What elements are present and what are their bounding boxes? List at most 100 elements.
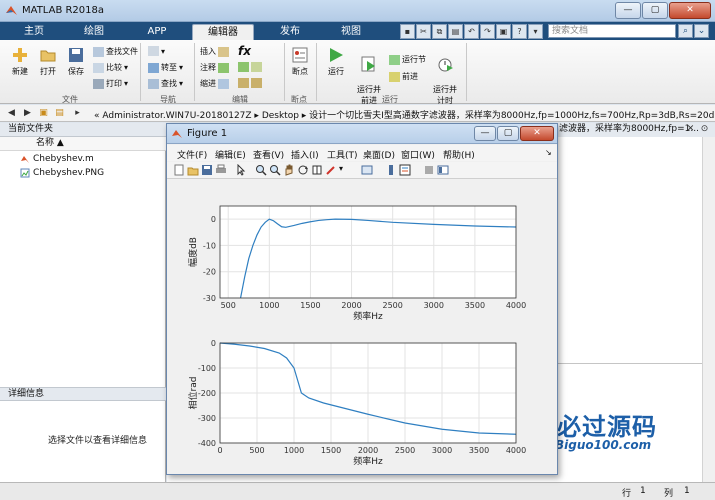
back-forward-button[interactable]: ▾ xyxy=(148,46,165,56)
figure-close-button[interactable]: ✕ xyxy=(520,126,554,141)
indent-button[interactable]: 缩进 xyxy=(200,78,229,89)
link-plot-icon[interactable] xyxy=(361,164,373,176)
show-plot-tools-icon[interactable] xyxy=(437,164,449,176)
data-cursor-icon[interactable] xyxy=(311,164,323,176)
new-figure-icon[interactable] xyxy=(173,164,185,176)
zoom-out-icon[interactable] xyxy=(269,164,281,176)
name-column-header[interactable]: 名称 ▲ xyxy=(0,137,166,151)
goto-button[interactable]: 转至 ▾ xyxy=(148,62,183,73)
copy-quick-icon[interactable]: ⧉ xyxy=(432,24,447,39)
open-button[interactable]: 打开 xyxy=(36,46,60,77)
magnitude-axes[interactable]: 500 1000 1500 2000 2500 3000 3500 4000 0 -10 -20 -3… xyxy=(187,205,526,322)
list-item[interactable]: Chebyshev.PNG xyxy=(20,168,104,178)
figure-plot-canvas[interactable]: 500 1000 1500 2000 2500 3000 3500 4000 0 -10 -20 -3… xyxy=(168,180,556,474)
menu-edit[interactable]: 编辑(E) xyxy=(215,148,246,161)
open-file-icon[interactable] xyxy=(187,164,199,176)
save-figure-icon[interactable] xyxy=(201,164,213,176)
forward-arrow-icon[interactable]: ▶ xyxy=(22,108,33,119)
print-figure-icon[interactable] xyxy=(215,164,227,176)
cut-quick-icon[interactable]: ✂ xyxy=(416,24,431,39)
run-and-time-button[interactable]: 运行并 计时 xyxy=(430,46,460,106)
minimize-button[interactable]: — xyxy=(615,2,641,19)
comment-button[interactable]: 注释 xyxy=(200,62,229,73)
rotate-3d-icon[interactable] xyxy=(297,164,309,176)
folder-tree-icon[interactable]: ▸ xyxy=(72,108,83,119)
maximize-button[interactable]: ▢ xyxy=(642,2,668,19)
advance-button[interactable]: 前进 xyxy=(389,71,418,82)
ribbon-expand-icon[interactable]: ⌄ xyxy=(694,24,709,38)
undo-quick-icon[interactable]: ↶ xyxy=(464,24,479,39)
comment-icon xyxy=(218,62,229,73)
indent-icon xyxy=(218,78,229,89)
close-button[interactable]: ✕ xyxy=(669,2,711,19)
insert-button[interactable]: 插入 xyxy=(200,46,229,57)
print-icon xyxy=(93,78,104,89)
menu-desktop[interactable]: 桌面(D) xyxy=(363,148,395,161)
back-arrow-icon[interactable]: ◀ xyxy=(6,108,17,119)
details-placeholder-text: 选择文件以查看详细信息 xyxy=(48,436,148,446)
colorbar-icon[interactable] xyxy=(385,164,397,176)
menu-insert[interactable]: 插入(I) xyxy=(291,148,319,161)
tab-home[interactable]: 主页 xyxy=(8,24,60,40)
goto-icon xyxy=(148,62,159,73)
menu-view[interactable]: 查看(V) xyxy=(253,148,284,161)
pointer-icon[interactable] xyxy=(235,164,247,176)
find-files-button[interactable]: 查找文件 xyxy=(93,46,138,57)
zoom-in-icon[interactable] xyxy=(255,164,267,176)
x-tick-label: 1500 xyxy=(321,446,341,455)
fx-button[interactable]: fx xyxy=(238,44,251,58)
help-quick-icon[interactable]: ? xyxy=(512,24,527,39)
search-input[interactable]: 搜索文档 xyxy=(548,24,676,38)
edit-group-label: 编辑 xyxy=(232,95,248,104)
find-button[interactable]: 查找 ▾ xyxy=(148,78,183,89)
tab-apps[interactable]: APP xyxy=(128,24,186,40)
figure-maximize-button[interactable]: ▢ xyxy=(497,126,519,141)
uncomment-icon[interactable] xyxy=(238,62,262,72)
new-button[interactable]: 新建 xyxy=(8,46,32,77)
x-tick-label: 3000 xyxy=(432,446,452,455)
legend-icon[interactable] xyxy=(399,164,411,176)
menu-dock-icon[interactable]: ↘ xyxy=(545,148,552,157)
tab-view[interactable]: 视图 xyxy=(324,24,378,40)
search-icon[interactable]: ⌕ xyxy=(678,24,693,38)
phase-axes[interactable]: 0 500 1000 1500 2000 2500 3000 3500 4000 0 -100 -20… xyxy=(187,339,526,467)
paste-quick-icon[interactable]: ▤ xyxy=(448,24,463,39)
compare-button[interactable]: 比较 ▾ xyxy=(93,62,128,73)
advance-icon xyxy=(389,71,400,82)
current-path[interactable]: « Administrator.WIN7U-20180127Z ▸ Deskto… xyxy=(94,108,715,121)
x-tick-label: 1000 xyxy=(259,301,279,310)
tab-editor[interactable]: 编辑器 xyxy=(192,24,254,40)
save-quick-icon[interactable]: ▪ xyxy=(400,24,415,39)
menu-tools[interactable]: 工具(T) xyxy=(327,148,358,161)
image-file-icon xyxy=(20,168,30,178)
tab-publish[interactable]: 发布 xyxy=(262,24,318,40)
editor-actions-icon[interactable]: ⊙ xyxy=(699,124,710,135)
run-section-button[interactable]: 运行节 xyxy=(389,54,426,65)
switch-window-icon[interactable]: ▣ xyxy=(496,24,511,39)
menu-file[interactable]: 文件(F) xyxy=(177,148,207,161)
tab-plots[interactable]: 绘图 xyxy=(66,24,122,40)
editor-scrollbar[interactable] xyxy=(702,137,715,482)
y-tick-label: 0 xyxy=(211,339,216,348)
editor-close-icon[interactable]: ✕ xyxy=(685,124,696,135)
outdent-icon[interactable] xyxy=(238,78,262,88)
save-button[interactable]: 保存 xyxy=(64,46,88,77)
brush-dropdown-icon[interactable]: ▾ xyxy=(339,164,351,176)
pan-hand-icon[interactable] xyxy=(283,164,295,176)
menu-help[interactable]: 帮助(H) xyxy=(443,148,475,161)
breakpoints-button[interactable]: 断点 xyxy=(288,46,312,77)
menu-window[interactable]: 窗口(W) xyxy=(401,148,435,161)
watermark-subtitle: Biguo100.com xyxy=(555,438,652,452)
redo-quick-icon[interactable]: ↷ xyxy=(480,24,495,39)
x-axis-label: 频率Hz xyxy=(353,310,383,322)
print-button[interactable]: 打印 ▾ xyxy=(93,78,128,89)
up-folder-icon[interactable]: ▣ xyxy=(38,108,49,119)
figure-minimize-button[interactable]: — xyxy=(474,126,496,141)
breakpoint-icon xyxy=(292,47,308,63)
brush-icon[interactable] xyxy=(325,164,337,176)
hide-plot-tools-icon[interactable] xyxy=(423,164,435,176)
browse-folder-icon[interactable]: ▤ xyxy=(54,108,65,119)
list-item[interactable]: Chebyshev.m xyxy=(20,154,94,164)
run-button[interactable]: 运行 xyxy=(323,46,349,77)
quick-access-dropdown-icon[interactable]: ▾ xyxy=(528,24,543,39)
